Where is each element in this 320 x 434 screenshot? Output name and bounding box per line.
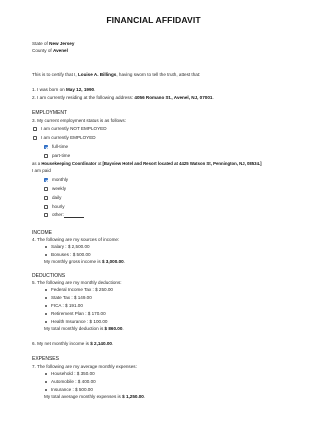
- full-time-checkbox[interactable]: [44, 145, 49, 150]
- affidavit-page: FINANCIAL AFFIDAVIT State of New Jersey …: [0, 0, 307, 434]
- deductions-heading: DEDUCTIONS: [32, 273, 66, 279]
- income-intro: 4. The following are my sources of incom…: [32, 237, 120, 242]
- pay-daily-label: daily: [52, 195, 62, 200]
- document-title: FINANCIAL AFFIDAVIT: [106, 15, 201, 25]
- bullet-icon: [45, 380, 47, 383]
- expenses-total-value: $ 1,250.00: [122, 394, 144, 399]
- not-employed-label: I am currently NOT EMPLOYED: [41, 126, 107, 131]
- item-1-prefix: 1. I was born on: [32, 87, 65, 92]
- deductions-total: My total monthly deduction is $ 860.00.: [44, 326, 124, 331]
- expenses-total-prefix: My total average monthly expenses is: [44, 394, 121, 399]
- county-line: County of Avenel: [32, 48, 68, 54]
- deduction-item-state: State Tax : $ 149.00: [51, 295, 92, 300]
- income-item-salary: Salary : $ 2,500.00: [51, 244, 90, 249]
- expenses-intro: 7. The following are my average monthly …: [32, 364, 137, 369]
- pay-hourly-label: hourly: [52, 204, 65, 209]
- expense-item-automobile: Automobile : $ 400.00: [51, 379, 96, 384]
- income-total-prefix: My monthly gross income is: [44, 259, 101, 264]
- bullet-icon: [45, 388, 47, 391]
- state-line: State of New Jersey: [32, 41, 74, 47]
- bullet-icon: [45, 372, 47, 375]
- income-heading: INCOME: [32, 230, 52, 236]
- at-word: at: [97, 161, 102, 166]
- pay-weekly-checkbox[interactable]: [44, 187, 49, 192]
- employed-checkbox[interactable]: [33, 136, 38, 141]
- pay-weekly-label: weekly: [52, 186, 67, 191]
- expense-item-insurance: Insurance : $ 500.00: [51, 387, 93, 392]
- item-2-prefix: 2. I am currently residing at the follow…: [32, 95, 134, 100]
- pay-monthly-checkbox[interactable]: [44, 178, 49, 183]
- bullet-icon: [45, 312, 47, 315]
- net-income-value: $ 2,140.00: [90, 341, 112, 346]
- bullet-icon: [45, 253, 47, 256]
- paid-label: I am paid: [32, 168, 51, 173]
- part-time-label: part-time: [52, 153, 71, 158]
- item-1: 1. I was born on May 12, 1990.: [32, 87, 96, 92]
- pay-daily-checkbox[interactable]: [44, 196, 49, 201]
- role-line: as a Housekeeping Coordinator at [Bayvie…: [32, 161, 262, 167]
- expense-item-household: Household : $ 350.00: [51, 371, 95, 376]
- pay-other-blank[interactable]: [64, 217, 84, 218]
- bullet-icon: [45, 320, 47, 323]
- deduction-item-health: Health Insurance : $ 100.00: [51, 319, 108, 324]
- pay-monthly-label: monthly: [52, 177, 69, 182]
- certify-prefix: This is to certify that I,: [32, 72, 77, 77]
- deductions-intro: 5. The following are my monthly deductio…: [32, 280, 122, 285]
- deductions-total-value: $ 860.00: [104, 326, 123, 331]
- bullet-icon: [45, 245, 47, 248]
- net-income-prefix: 6. My net monthly income is: [32, 341, 89, 346]
- pay-other-label: other:: [52, 212, 64, 217]
- employer: [Bayview Hotel and Resort located at 442…: [102, 161, 262, 166]
- county-value: Avenel: [52, 48, 68, 53]
- income-total: My monthly gross income is $ 3,000.00.: [44, 259, 125, 264]
- bullet-icon: [45, 304, 47, 307]
- income-item-bonuses: Bonuses : $ 500.00: [51, 252, 91, 257]
- not-employed-checkbox[interactable]: [33, 127, 38, 132]
- employed-label: I am currently EMPLOYED: [41, 135, 96, 140]
- county-label: County of: [32, 48, 52, 53]
- pay-other-checkbox[interactable]: [44, 213, 49, 218]
- part-time-checkbox[interactable]: [44, 154, 49, 159]
- income-total-value: $ 3,000.00: [101, 259, 124, 264]
- item-2: 2. I am currently residing at the follow…: [32, 95, 214, 100]
- certify-suffix: , having sworn to tell the truth, attest…: [116, 72, 201, 77]
- deductions-total-prefix: My total monthly deduction is: [44, 326, 104, 331]
- birth-date: May 12, 1990: [65, 87, 95, 92]
- full-time-label: full-time: [52, 144, 69, 149]
- address: 4056 Romano St., Avenel, NJ, 07001: [134, 95, 213, 100]
- deduction-item-retirement: Retirement Plan : $ 170.00: [51, 311, 106, 316]
- certify-line: This is to certify that I, Louise A. Bil…: [32, 72, 200, 78]
- deduction-item-fica: FICA : $ 191.00: [51, 303, 83, 308]
- employment-heading: EMPLOYMENT: [32, 110, 68, 116]
- job-role: Housekeeping Coordinator: [41, 161, 97, 166]
- pay-hourly-checkbox[interactable]: [44, 205, 49, 210]
- as-a-prefix: as a: [32, 161, 41, 166]
- bullet-icon: [45, 288, 47, 291]
- deduction-item-federal: Federal Income Tax : $ 250.00: [51, 287, 113, 292]
- bullet-icon: [45, 296, 47, 299]
- state-label: State of: [32, 41, 48, 46]
- expenses-heading: EXPENSES: [32, 356, 59, 362]
- employment-intro: 3. My current employment status is as fo…: [32, 118, 126, 123]
- state-value: New Jersey: [49, 41, 75, 46]
- expenses-total: My total average monthly expenses is $ 1…: [44, 394, 146, 399]
- net-income-line: 6. My net monthly income is $ 2,140.00.: [32, 341, 114, 346]
- certify-name: Louise A. Billings: [77, 72, 117, 77]
